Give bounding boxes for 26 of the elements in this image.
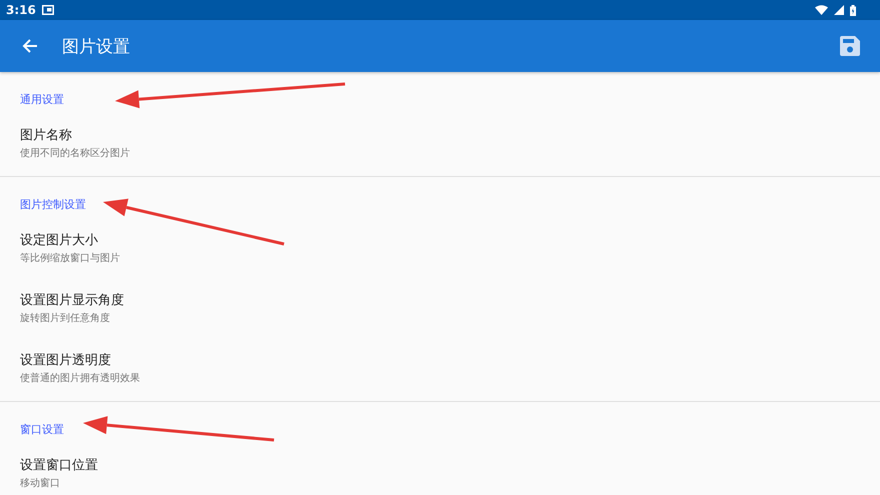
- wifi-icon: [815, 5, 828, 15]
- back-arrow-icon: [22, 38, 38, 54]
- item-summary: 使用不同的名称区分图片: [20, 146, 131, 161]
- item-title: 设定图片大小: [20, 232, 99, 250]
- app-bar-title: 图片设置: [62, 36, 130, 58]
- item-title: 设置图片显示角度: [20, 292, 125, 310]
- section-header: 通用设置: [19, 92, 65, 108]
- settings-item[interactable]: 设定图片大小 等比例缩放窗口与图片: [0, 221, 880, 281]
- status-time: 3:16: [6, 3, 36, 17]
- settings-item[interactable]: 设置图片显示角度 旋转图片到任意角度: [0, 281, 880, 341]
- settings-item[interactable]: 图片名称 使用不同的名称区分图片: [0, 116, 880, 176]
- signal-icon: [834, 5, 844, 15]
- item-title: 设置图片透明度: [20, 352, 112, 370]
- item-summary: 移动窗口: [20, 476, 61, 491]
- item-title: 图片名称: [20, 127, 73, 145]
- section-header: 图片控制设置: [19, 197, 87, 213]
- settings-item[interactable]: 设置窗口位置 移动窗口: [0, 446, 880, 495]
- settings-item[interactable]: 设置图片透明度 使普通的图片拥有透明效果: [0, 341, 880, 401]
- save-button[interactable]: [838, 34, 862, 58]
- item-summary: 使普通的图片拥有透明效果: [20, 372, 141, 386]
- notification-icon: [42, 5, 54, 15]
- section-header: 窗口设置: [19, 422, 65, 438]
- battery-icon: [850, 4, 856, 16]
- item-title: 设置窗口位置: [20, 457, 99, 475]
- item-summary: 等比例缩放窗口与图片: [20, 252, 121, 266]
- item-summary: 旋转图片到任意角度: [20, 312, 111, 326]
